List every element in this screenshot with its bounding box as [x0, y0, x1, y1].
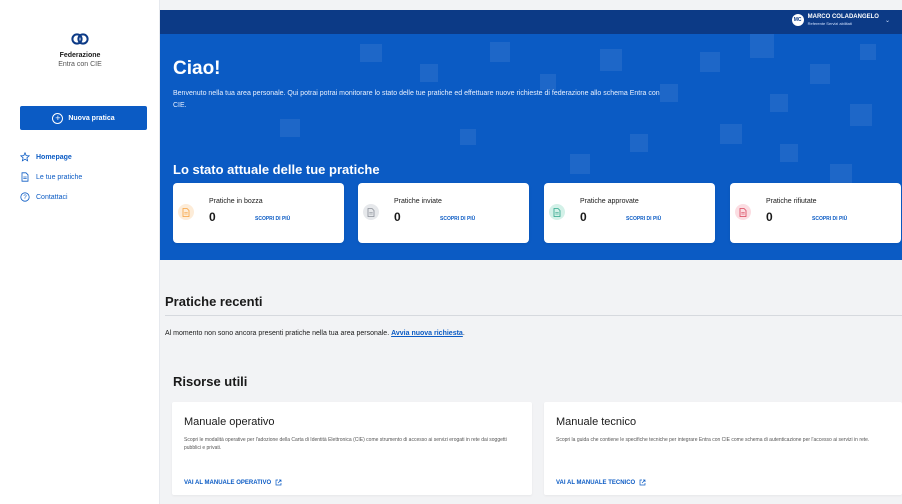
card-title: Pratiche approvate — [580, 198, 639, 205]
logo-title: Federazione — [59, 52, 101, 59]
logo-subtitle: Entra con CIE — [58, 61, 102, 68]
sidebar-item-practices[interactable]: Le tue pratiche — [20, 167, 82, 187]
status-section-title: Lo stato attuale delle tue pratiche — [173, 162, 380, 177]
recent-section-title: Pratiche recenti — [165, 294, 263, 309]
card-count: 0 — [209, 210, 216, 224]
federation-logo-icon — [71, 33, 89, 45]
resource-title: Manuale operativo — [184, 416, 275, 428]
new-request-link[interactable]: Avvia nuova richiesta — [391, 330, 463, 337]
operational-manual-link[interactable]: VAI AL MANUALE OPERATIVO — [184, 479, 282, 486]
document-icon — [20, 172, 30, 182]
resource-title: Manuale tecnico — [556, 416, 637, 428]
recent-empty-text: Al momento non sono ancora presenti prat… — [165, 330, 390, 337]
discover-more-link[interactable]: SCOPRI DI PIÙ — [626, 216, 661, 222]
card-rejected: Pratiche rifiutate 0 SCOPRI DI PIÙ — [730, 183, 901, 243]
card-title: Pratiche in bozza — [209, 198, 263, 205]
resource-link-label: VAI AL MANUALE OPERATIVO — [184, 479, 272, 486]
resource-description: Scopri la guida che contiene le specific… — [556, 437, 870, 443]
resources-section-title: Risorse utili — [173, 374, 248, 389]
card-draft: Pratiche in bozza 0 SCOPRI DI PIÙ — [173, 183, 344, 243]
star-icon — [20, 152, 30, 162]
card-title: Pratiche inviate — [394, 198, 442, 205]
sent-document-icon — [363, 204, 379, 220]
recent-empty-message: Al momento non sono ancora presenti prat… — [165, 330, 465, 337]
card-approved: Pratiche approvate 0 SCOPRI DI PIÙ — [544, 183, 715, 243]
discover-more-link[interactable]: SCOPRI DI PIÙ — [255, 216, 290, 222]
user-role: Referente Servizi abilitati — [807, 21, 852, 26]
plus-icon: + — [52, 112, 64, 124]
card-title: Pratiche rifiutate — [766, 198, 817, 205]
discover-more-link[interactable]: SCOPRI DI PIÙ — [812, 216, 847, 222]
svg-text:?: ? — [23, 195, 27, 201]
card-count: 0 — [766, 210, 773, 224]
sidebar-item-homepage[interactable]: Homepage — [20, 147, 82, 167]
avatar: MC — [791, 14, 804, 26]
hero-text: Benvenuto nella tua area personale. Qui … — [173, 90, 660, 109]
user-menu[interactable]: MC MARCO COLADANGELO Referente Servizi a… — [791, 13, 890, 27]
status-cards: Pratiche in bozza 0 SCOPRI DI PIÙ Pratic… — [173, 183, 902, 243]
help-icon: ? — [20, 192, 30, 202]
discover-more-link[interactable]: SCOPRI DI PIÙ — [440, 216, 475, 222]
hero-title: Ciao! — [173, 58, 221, 79]
card-sent: Pratiche inviate 0 SCOPRI DI PIÙ — [358, 183, 529, 243]
chevron-down-icon: ⌄ — [884, 17, 890, 24]
new-practice-label: Nuova pratica — [68, 114, 115, 122]
resource-description: Scopri le modalità operative per l'adozi… — [184, 437, 507, 451]
resource-card-operational: Manuale operativo Scopri le modalità ope… — [172, 402, 532, 495]
card-count: 0 — [394, 210, 401, 224]
approved-document-icon — [549, 204, 565, 220]
external-link-icon — [275, 479, 282, 486]
technical-manual-link[interactable]: VAI AL MANUALE TECNICO — [556, 479, 646, 486]
user-name: MARCO COLADANGELO — [807, 14, 879, 20]
external-link-icon — [639, 479, 646, 486]
draft-document-icon — [178, 204, 194, 220]
sidebar-item-label: Le tue pratiche — [36, 173, 83, 181]
logo[interactable]: Federazione Entra con CIE — [0, 32, 160, 68]
sidebar-nav: Homepage Le tue pratiche ? Contattaci — [20, 147, 82, 207]
sidebar-item-label: Homepage — [36, 153, 72, 161]
sidebar: Federazione Entra con CIE + Nuova pratic… — [0, 0, 160, 504]
sidebar-item-label: Contattaci — [36, 193, 68, 201]
resource-card-technical: Manuale tecnico Scopri la guida che cont… — [544, 402, 902, 495]
divider — [165, 315, 902, 316]
resource-link-label: VAI AL MANUALE TECNICO — [556, 479, 636, 486]
topbar: MC MARCO COLADANGELO Referente Servizi a… — [160, 10, 902, 34]
new-practice-button[interactable]: + Nuova pratica — [20, 106, 147, 130]
card-count: 0 — [580, 210, 587, 224]
sidebar-item-contact[interactable]: ? Contattaci — [20, 187, 82, 207]
rejected-document-icon — [735, 204, 751, 220]
